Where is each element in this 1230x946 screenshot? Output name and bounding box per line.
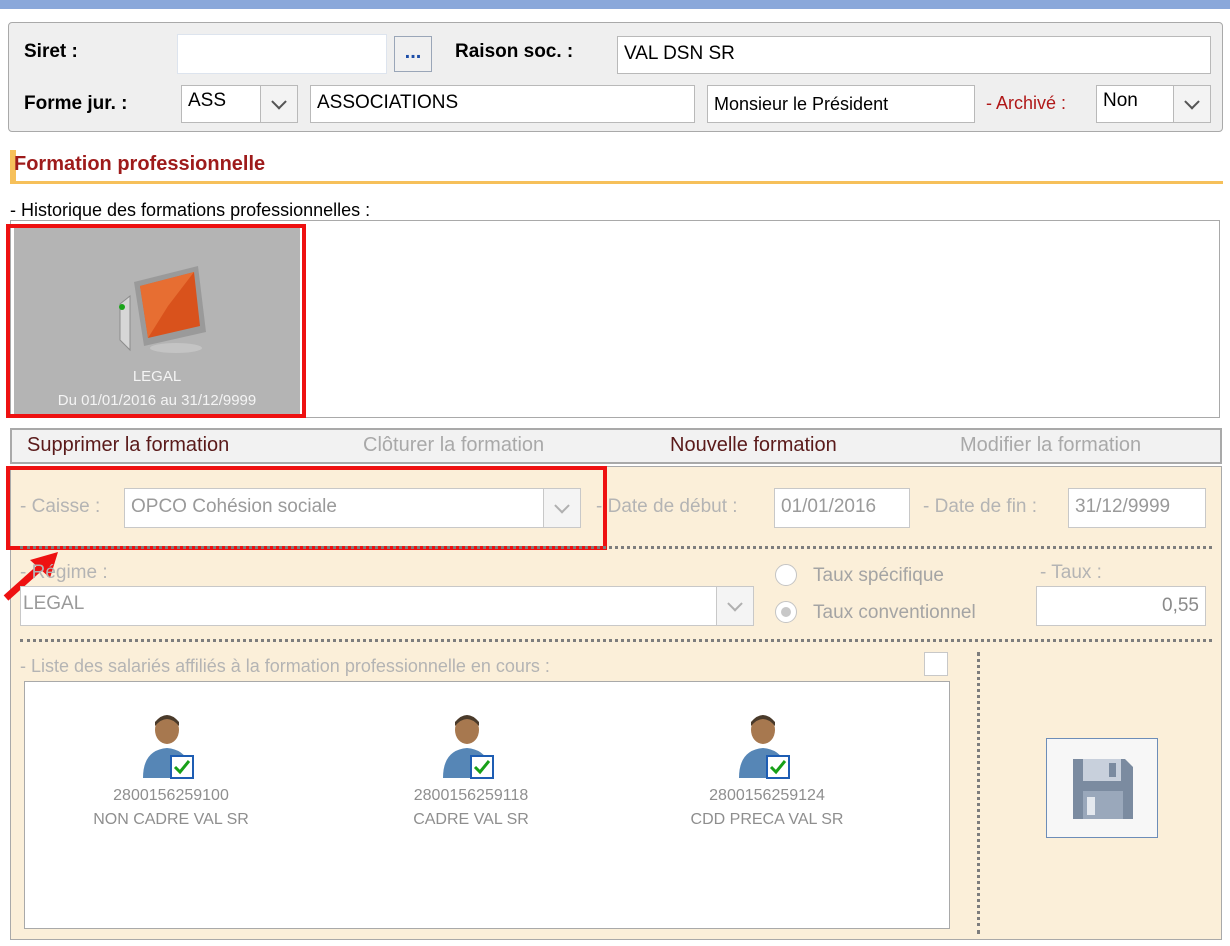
employee-id: 2800156259118 [413,787,529,804]
employee-id: 2800156259100 [113,787,229,804]
date-fin-label: - Date de fin : [923,496,1038,517]
user-checked-icon [443,715,494,779]
save-button[interactable] [1046,738,1158,838]
select-all-checkbox[interactable] [924,652,948,676]
archive-label: - Archivé : [986,93,1067,113]
employee-name: CADRE VAL SR [413,811,529,828]
chevron-down-icon [1184,94,1200,110]
employee-card[interactable]: 2800156259118 CADRE VAL SR [371,712,571,832]
regime-dropdown-button[interactable] [716,586,754,626]
section-title: Formation professionnelle [14,153,266,175]
window-top-bar [0,0,1230,9]
employee-name: NON CADRE VAL SR [93,811,249,828]
regime-label: - Régime : [20,562,108,583]
employee-list-label: - Liste des salariés affiliés à la forma… [20,656,550,676]
chevron-down-icon [271,94,287,110]
date-debut-label: - Date de début : [596,496,738,517]
siret-browse-button[interactable]: ... [394,36,432,72]
new-training-button[interactable]: Nouvelle formation [670,434,837,457]
history-label: - Historique des formations professionne… [10,200,371,220]
taux-conventionnel-radio[interactable] [775,601,797,623]
user-checked-icon [739,715,790,779]
titre-field[interactable]: Monsieur le Président [707,85,975,123]
highlight-frame-caisse [6,466,607,550]
separator-2 [20,639,1212,642]
raison-sociale-label: Raison soc. : [455,41,574,62]
employee-card[interactable]: 2800156259124 CDD PRECA VAL SR [667,712,867,832]
archive-select[interactable]: Non [1096,85,1174,123]
employee-list: 2800156259100 NON CADRE VAL SR 280015625… [24,681,950,929]
employee-name: CDD PRECA VAL SR [690,811,844,828]
archive-dropdown-button[interactable] [1173,85,1211,123]
taux-specifique-radio[interactable] [775,564,797,586]
highlight-frame-history-item [6,224,306,418]
delete-training-button[interactable]: Supprimer la formation [27,434,229,457]
taux-field[interactable]: 0,55 [1036,586,1206,626]
regime-select[interactable]: LEGAL [20,586,720,626]
siret-field[interactable] [177,34,387,74]
user-checked-icon [143,715,194,779]
vertical-separator [977,652,980,934]
separator-1 [20,546,1212,549]
forme-juridique-name-field[interactable]: ASSOCIATIONS [310,85,695,123]
employee-id: 2800156259124 [709,787,825,804]
taux-label: - Taux : [1040,562,1102,583]
date-debut-field[interactable]: 01/01/2016 [774,488,910,528]
forme-code-select[interactable]: ASS [181,85,261,123]
forme-juridique-label: Forme jur. : [24,93,128,114]
raison-sociale-field[interactable]: VAL DSN SR [617,36,1211,74]
chevron-down-icon [727,596,743,612]
section-underline [10,181,1223,184]
taux-conventionnel-label: Taux conventionnel [813,602,976,623]
date-fin-field[interactable]: 31/12/9999 [1068,488,1206,528]
taux-specifique-label: Taux spécifique [813,565,944,586]
siret-label: Siret : [24,41,78,62]
close-training-button[interactable]: Clôturer la formation [363,434,544,457]
forme-code-dropdown-button[interactable] [260,85,298,123]
edit-training-button[interactable]: Modifier la formation [960,434,1141,457]
employee-card[interactable]: 2800156259100 NON CADRE VAL SR [71,712,271,832]
floppy-disk-icon [1073,759,1133,819]
